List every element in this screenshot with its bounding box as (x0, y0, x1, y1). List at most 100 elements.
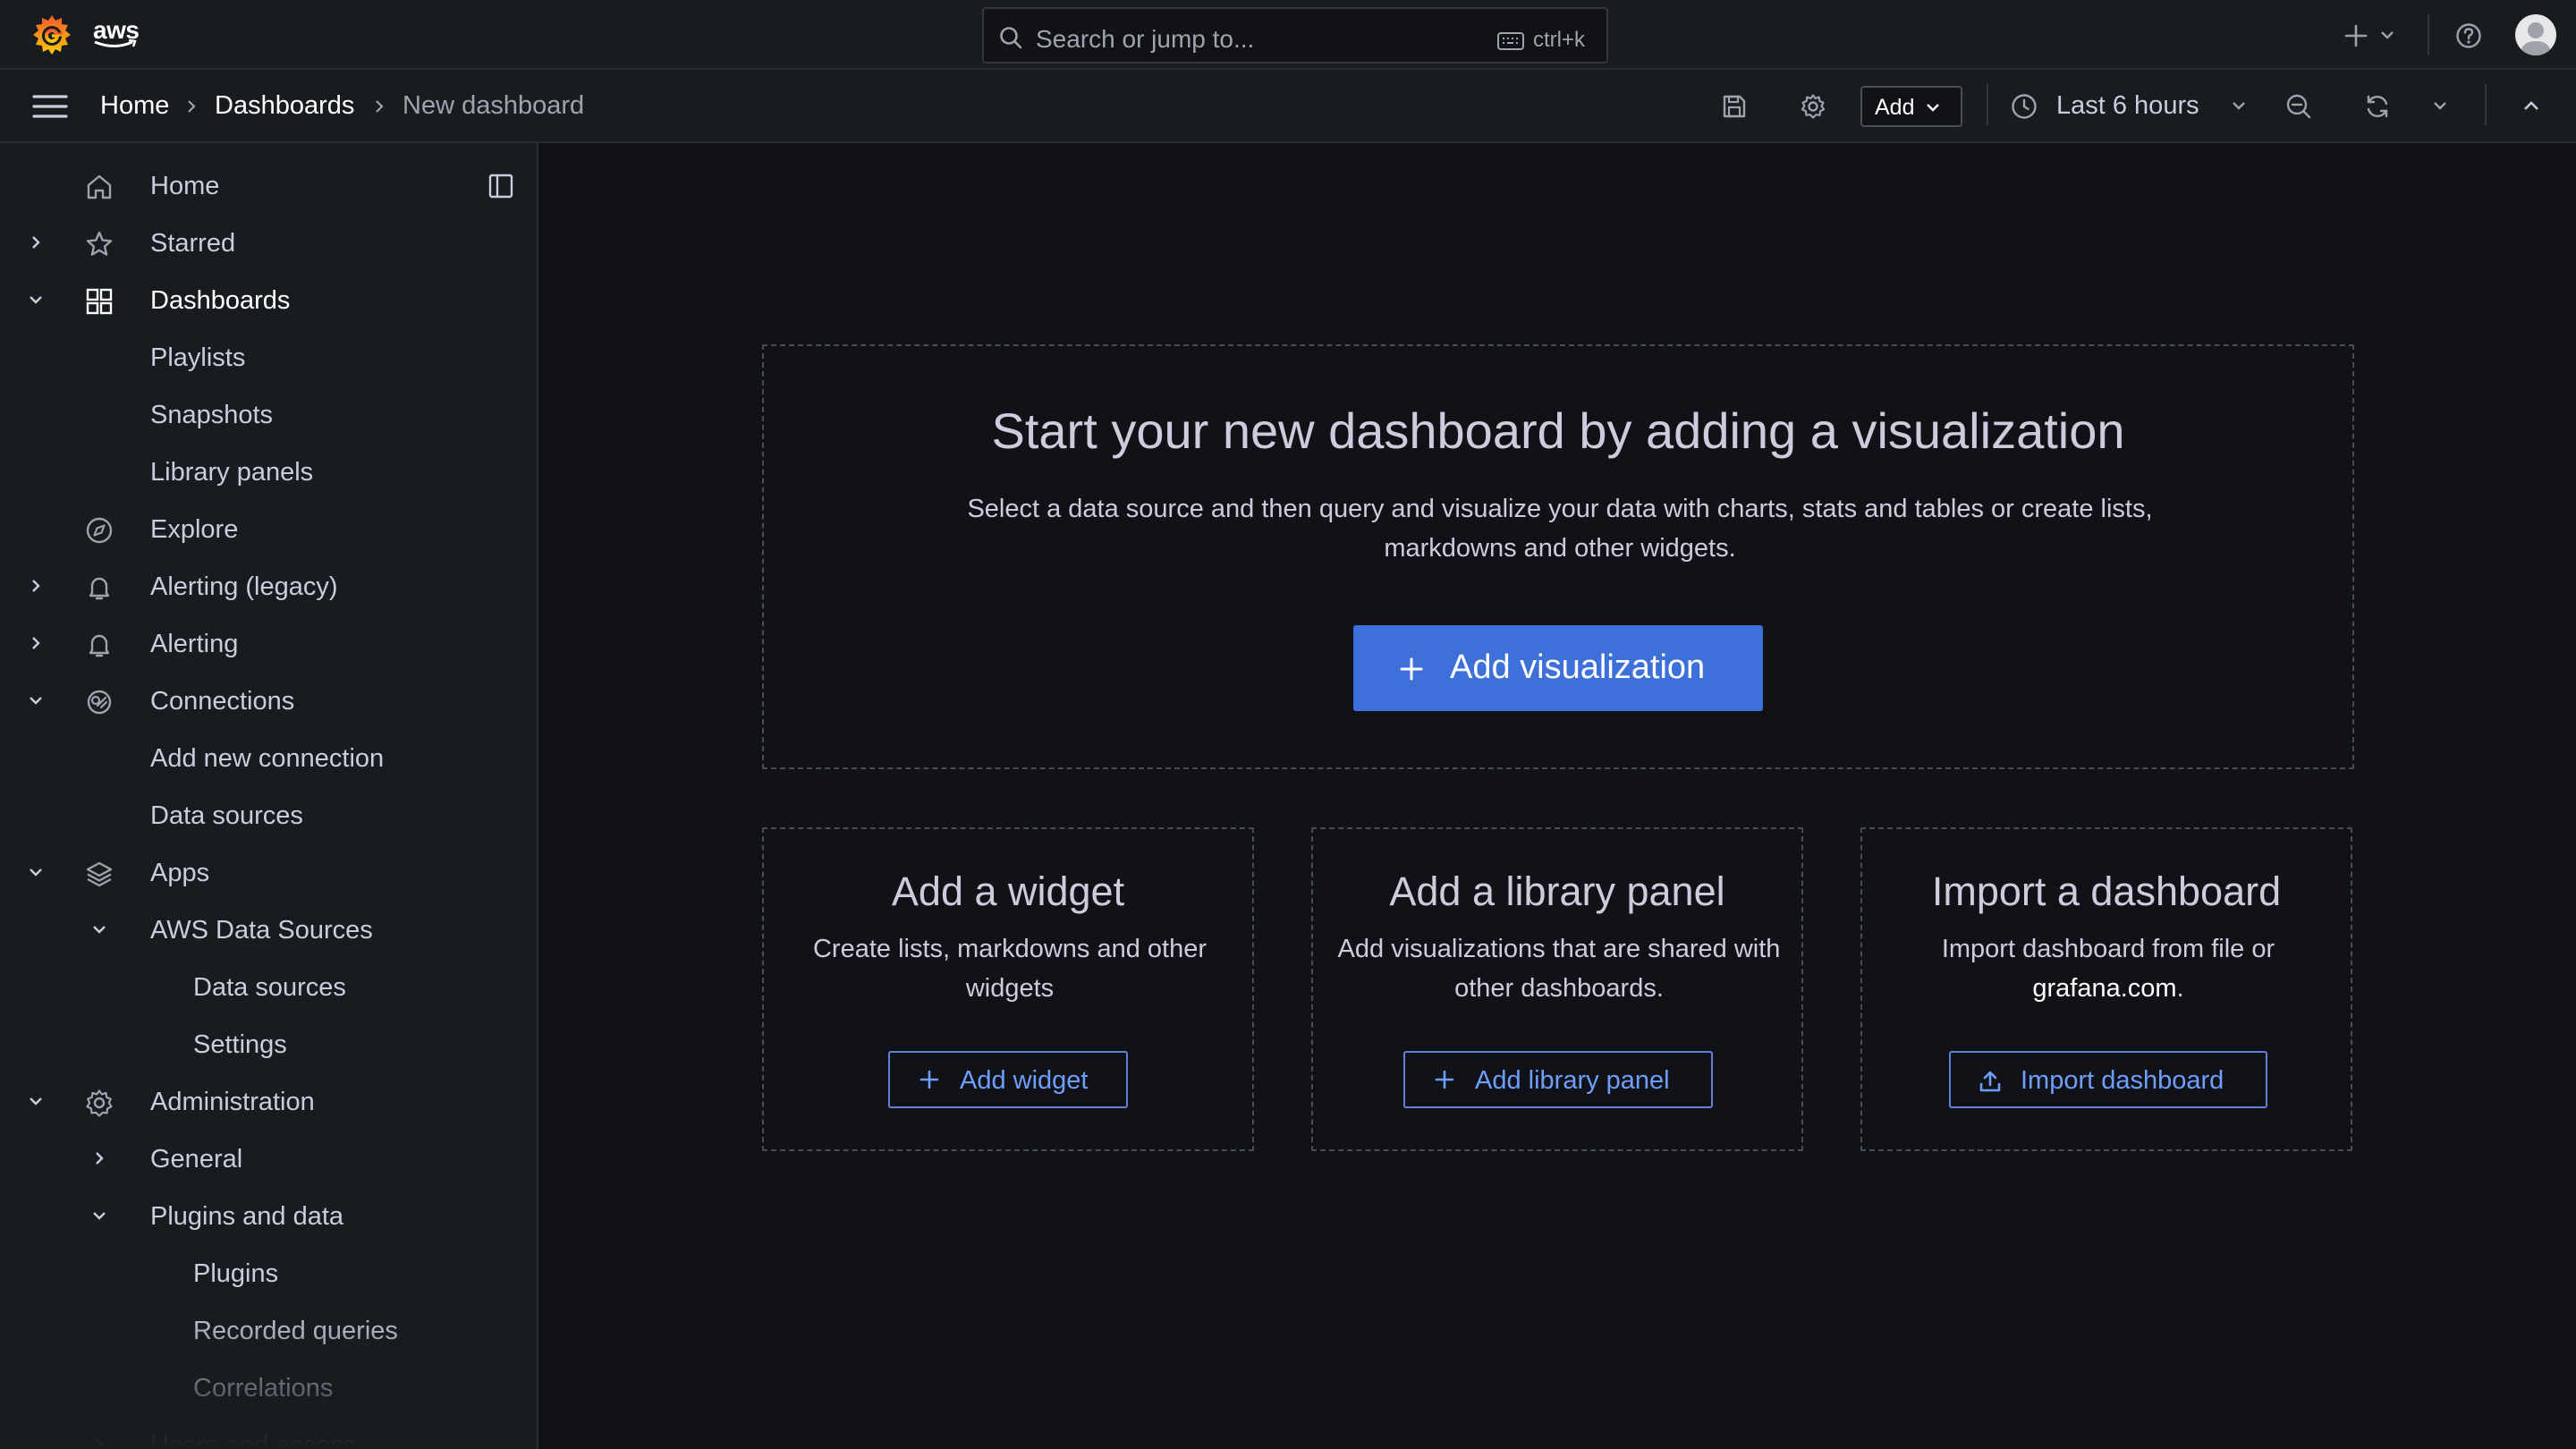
breadcrumb-dashboards[interactable]: Dashboards (215, 91, 354, 121)
chevron-up-icon[interactable] (2522, 98, 2540, 113)
chevron-right-icon[interactable] (28, 234, 44, 250)
plus-icon (919, 1070, 939, 1089)
sidebar-item-plugins[interactable]: Plugins (0, 1245, 537, 1302)
plus-icon (1435, 1070, 1454, 1089)
sidebar-item-alerting[interactable]: Alerting (0, 615, 537, 673)
compass-icon (86, 517, 113, 544)
chevron-right-icon[interactable] (28, 578, 44, 594)
user-avatar[interactable] (2515, 14, 2556, 55)
add-dropdown-button[interactable]: Add (1860, 86, 1962, 127)
chevron-right-icon[interactable] (91, 1436, 107, 1449)
add-library-panel-label: Add library panel (1475, 1066, 1670, 1095)
toolbar-divider (2485, 84, 2487, 125)
chevron-down-icon[interactable] (28, 1093, 44, 1109)
refresh-icon[interactable] (2364, 93, 2391, 120)
card-description: Create lists, markdowns and other widget… (812, 935, 1208, 1003)
sidebar-item-general[interactable]: General (0, 1131, 537, 1188)
top-bar: aws Search or jump to... ctrl+k (0, 0, 2576, 70)
aws-smile-icon (94, 39, 137, 47)
dashboard-nav-bar: Home Dashboards New dashboard Add Last 6… (0, 70, 2576, 143)
sidebar-item-add-new-connection[interactable]: Add new connection (0, 730, 537, 787)
add-visualization-label: Add visualization (1450, 648, 1706, 686)
apps-icon (86, 288, 113, 315)
sidebar-item-alerting-legacy[interactable]: Alerting (legacy) (0, 558, 537, 615)
empty-state-description: Select a data source and then query and … (967, 495, 2153, 563)
import-dashboard-button[interactable]: Import dashboard (1949, 1051, 2267, 1108)
chevron-down-icon (1927, 104, 1939, 112)
chevron-down-icon[interactable] (2231, 100, 2247, 113)
search-shortcut: ctrl+k (1533, 28, 1586, 52)
menu-icon[interactable] (32, 93, 68, 120)
chevron-right-icon (376, 100, 384, 113)
grafana-logo-icon[interactable] (30, 13, 73, 57)
time-range-picker[interactable]: Last 6 hours (2056, 91, 2199, 121)
add-visualization-button[interactable]: Add visualization (1353, 625, 1763, 711)
sidebar-item-users-and-access[interactable]: Users and access (0, 1417, 537, 1449)
sidebar-item-aws-data-sources[interactable]: AWS Data Sources (0, 902, 537, 959)
sidebar-item-apps[interactable]: Apps (0, 844, 537, 902)
home-icon (87, 174, 112, 199)
empty-state-title: Start your new dashboard by adding a vis… (991, 402, 2125, 459)
sidebar-item-dashboards[interactable]: Dashboards (0, 272, 537, 329)
card-title: Add a widget (891, 869, 1125, 914)
sidebar-item-snapshots[interactable]: Snapshots (0, 386, 537, 444)
card-title: Add a library panel (1389, 869, 1725, 914)
search-bar[interactable]: Search or jump to... ctrl+k (982, 7, 1608, 64)
search-placeholder: Search or jump to... (1036, 25, 1255, 53)
sidebar-item-starred[interactable]: Starred (0, 215, 537, 272)
settings-gear-icon[interactable] (1800, 93, 1826, 120)
import-description-text: Import dashboard from file or (1941, 935, 2275, 963)
search-icon (1000, 27, 1022, 49)
chevron-down-icon[interactable] (28, 292, 44, 308)
add-library-panel-card: Add a library panel Add visualizations t… (1311, 827, 1803, 1151)
empty-dashboard-panel: Start your new dashboard by adding a vis… (762, 344, 2354, 769)
bell-icon (89, 634, 110, 657)
chevron-right-icon[interactable] (91, 1150, 107, 1166)
toolbar-divider (2428, 14, 2429, 55)
plus-icon[interactable] (2343, 23, 2368, 48)
sidebar-item-correlations[interactable]: Correlations (0, 1360, 537, 1417)
add-widget-card: Add a widget Create lists, markdowns and… (762, 827, 1254, 1151)
side-menu: Home Starred Dashboards Playlists Snapsh… (0, 143, 538, 1449)
upload-icon (1979, 1071, 2001, 1092)
chevron-down-icon[interactable] (28, 692, 44, 708)
sidebar-item-library-panels[interactable]: Library panels (0, 444, 537, 501)
sidebar-item-plugins-and-data[interactable]: Plugins and data (0, 1188, 537, 1245)
sidebar-item-explore[interactable]: Explore (0, 501, 537, 558)
sidebar-item-home[interactable]: Home (0, 157, 537, 215)
clock-icon[interactable] (2011, 93, 2038, 120)
help-icon[interactable] (2455, 22, 2482, 49)
import-dashboard-card: Import a dashboard Import dashboard from… (1860, 827, 2352, 1151)
chevron-right-icon (188, 100, 196, 113)
breadcrumb-home[interactable]: Home (100, 91, 169, 121)
sidebar-item-administration[interactable]: Administration (0, 1073, 537, 1131)
chevron-down-icon[interactable] (91, 921, 107, 937)
connections-icon (87, 690, 112, 715)
chevron-down-icon[interactable] (2379, 29, 2395, 41)
card-title: Import a dashboard (1931, 869, 2282, 914)
chevron-down-icon[interactable] (28, 864, 44, 880)
sidebar-item-recorded-queries[interactable]: Recorded queries (0, 1302, 537, 1360)
sidebar-item-aws-settings[interactable]: Settings (0, 1016, 537, 1073)
keyboard-icon (1497, 32, 1524, 50)
toolbar-divider (1987, 84, 1988, 125)
chevron-down-icon[interactable] (2432, 100, 2448, 113)
cog-icon (86, 1089, 113, 1117)
star-icon (86, 231, 113, 256)
add-library-panel-button[interactable]: Add library panel (1403, 1051, 1713, 1108)
chevron-right-icon[interactable] (28, 635, 44, 651)
layers-icon (86, 861, 113, 887)
breadcrumb-current: New dashboard (402, 91, 585, 120)
add-widget-label: Add widget (960, 1066, 1089, 1095)
card-description: Import dashboard from file or grafana.co… (1880, 929, 2336, 1008)
grafana-com-link[interactable]: grafana.com (2032, 974, 2176, 1003)
sidebar-item-aws-data-sources-list[interactable]: Data sources (0, 959, 537, 1016)
add-widget-button[interactable]: Add widget (888, 1051, 1128, 1108)
card-description: Add visualizations that are shared with … (1337, 935, 1781, 1003)
chevron-down-icon[interactable] (91, 1208, 107, 1224)
sidebar-item-playlists[interactable]: Playlists (0, 329, 537, 386)
zoom-out-icon[interactable] (2285, 93, 2312, 120)
sidebar-item-data-sources[interactable]: Data sources (0, 787, 537, 844)
save-icon[interactable] (1721, 93, 1748, 120)
sidebar-item-connections[interactable]: Connections (0, 673, 537, 730)
